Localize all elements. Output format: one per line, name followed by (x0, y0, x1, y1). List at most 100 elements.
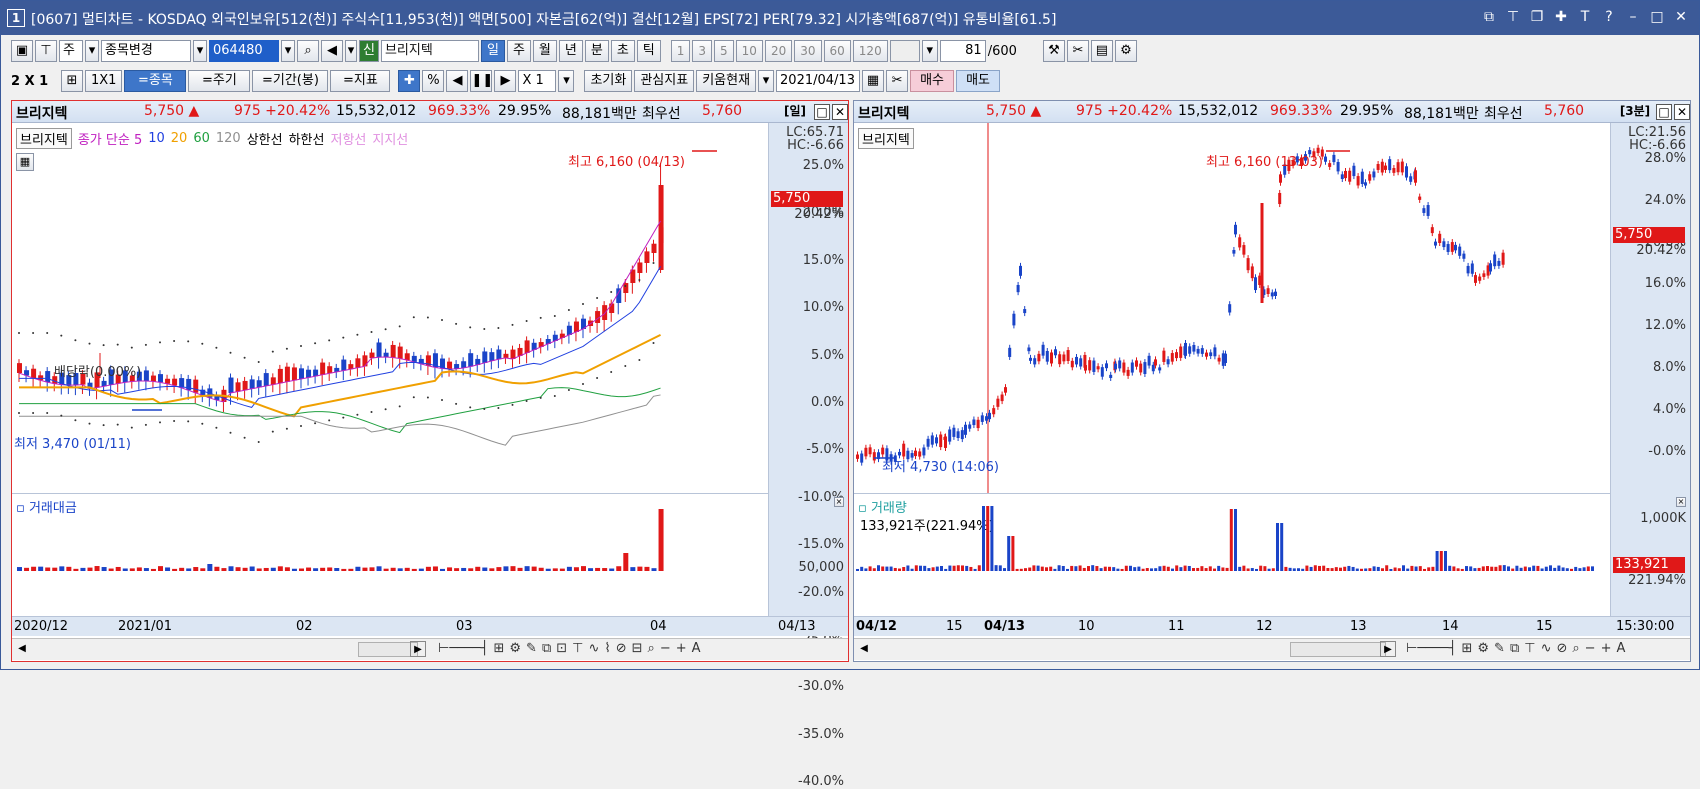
chevron-down-icon[interactable]: ▾ (921, 40, 938, 62)
zoom-in-icon[interactable]: + (676, 641, 687, 656)
scroll-right-icon[interactable]: ▶ (1380, 641, 1396, 657)
minute-10-button[interactable]: 10 (735, 40, 763, 62)
bookmark-icon[interactable]: ✚ (1551, 7, 1571, 27)
chevron-down-icon[interactable]: ▾ (193, 40, 207, 62)
pane-close-icon[interactable]: × (834, 497, 844, 507)
scroll-thumb[interactable] (1290, 642, 1386, 657)
stock-code-input[interactable]: 064480 (209, 40, 279, 62)
zoom-icon[interactable]: ⌕ (648, 641, 655, 656)
tool-icon[interactable]: ⚙ (509, 641, 521, 656)
period-year-button[interactable]: 년 (558, 40, 583, 62)
minute-chart-panel[interactable]: 브리지텍 5,750 ▲ 975 +20.42% 15,532,012 969.… (853, 100, 1691, 662)
kiwoom-current-button[interactable]: 키움현재 (696, 70, 757, 92)
daily-chart-panel[interactable]: 브리지텍 5,750 ▲ 975 +20.42% 15,532,012 969.… (11, 100, 849, 789)
zoom-in-icon[interactable]: + (1601, 641, 1612, 656)
custom-period-input[interactable] (889, 40, 920, 62)
period-week-button[interactable]: 주 (506, 40, 531, 62)
stock-name-field[interactable]: 브리지텍 (380, 40, 479, 62)
tool-icon[interactable]: ✎ (526, 641, 537, 656)
tool-icon[interactable]: ⧉ (1510, 641, 1519, 656)
tool-icon[interactable]: ✎ (1494, 641, 1505, 656)
tool-icon[interactable]: ∿ (1541, 641, 1552, 656)
tab-stock[interactable]: =종목 (124, 70, 187, 92)
layout-label[interactable]: 2 X 1 (11, 74, 59, 89)
minute-30-button[interactable]: 30 (794, 40, 822, 62)
pause-icon[interactable]: ❚❚ (470, 70, 493, 92)
help-icon[interactable]: ? (1599, 7, 1619, 27)
percent-button[interactable]: % (422, 70, 445, 92)
zoom-slider-icon[interactable]: ⊢────┤ (438, 641, 488, 656)
text-icon[interactable]: A (692, 641, 701, 656)
draw-tool-icon[interactable]: ⚒ (1042, 40, 1065, 62)
crosshair-icon[interactable]: ✚ (398, 70, 421, 92)
tool-icon[interactable]: ⊞ (493, 641, 504, 656)
period-month-button[interactable]: 월 (532, 40, 557, 62)
window-number[interactable]: 1 (7, 9, 25, 27)
minute-1-button[interactable]: 1 (670, 40, 691, 62)
grid-icon[interactable]: ⊞ (61, 70, 83, 92)
count-input[interactable]: 81 (939, 40, 986, 62)
stock-change-select[interactable]: 종목변경 (101, 40, 191, 62)
tab-range[interactable]: =기간(봉) (252, 70, 329, 92)
maximize-icon[interactable]: □ (1656, 104, 1672, 120)
horizontal-scrollbar[interactable]: ◀ ▶ ⊢────┤ ⊞ ⚙ ✎ ⧉ ⊤ ∿ ⊘ ⌕ − + A (854, 638, 1690, 660)
period-minute-button[interactable]: 분 (584, 40, 609, 62)
link-icon[interactable]: ⧉ (1479, 7, 1499, 27)
zoom-out-icon[interactable]: − (660, 641, 671, 656)
period-second-button[interactable]: 초 (610, 40, 635, 62)
pane-close-icon[interactable]: × (1676, 497, 1686, 507)
text-icon[interactable]: A (1616, 641, 1625, 656)
multiplier-select[interactable]: X 1 (518, 70, 557, 92)
tab-indicator[interactable]: =지표 (330, 70, 391, 92)
font-icon[interactable]: T (1575, 7, 1595, 27)
layout-icon[interactable]: ▣ (11, 40, 33, 62)
search-icon[interactable]: ⌕ (297, 40, 319, 62)
tool-icon[interactable]: ⊟ (632, 641, 643, 656)
calendar-icon[interactable]: ▦ (862, 70, 885, 92)
minute-60-button[interactable]: 60 (823, 40, 851, 62)
zoom-slider-icon[interactable]: ⊢────┤ (1406, 641, 1456, 656)
tool-icon[interactable]: ⊘ (616, 641, 627, 656)
pin-chart-icon[interactable]: ⊤ (35, 40, 57, 62)
close-icon[interactable]: ✕ (832, 104, 848, 120)
scroll-right-icon[interactable]: ▶ (410, 641, 426, 657)
minute-20-button[interactable]: 20 (764, 40, 793, 62)
minute-120-button[interactable]: 120 (852, 40, 888, 62)
save-icon[interactable]: ▤ (1090, 40, 1113, 62)
interest-indicator-button[interactable]: 관심지표 (634, 70, 695, 92)
date-input[interactable]: 2021/04/13 (776, 70, 861, 92)
minute-3-button[interactable]: 3 (692, 40, 713, 62)
chevron-down-icon[interactable]: ▾ (281, 40, 295, 62)
tool-icon[interactable]: ⧉ (542, 641, 551, 656)
scroll-left-icon[interactable]: ◀ (14, 641, 30, 657)
horizontal-scrollbar[interactable]: ◀ ▶ ⊢────┤ ⊞ ⚙ ✎ ⧉ ⊡ ⊤ ∿ ⌇ ⊘ ⊟ ⌕ − + A (12, 638, 848, 660)
pin-icon[interactable]: ⊤ (1503, 7, 1523, 27)
reset-button[interactable]: 초기화 (584, 70, 633, 92)
layout-1x1-button[interactable]: 1X1 (85, 70, 123, 92)
maximize-icon[interactable]: □ (1647, 7, 1667, 27)
scissors-icon[interactable]: ✂ (886, 70, 909, 92)
prev-icon[interactable]: ◀ (446, 70, 469, 92)
speaker-icon[interactable]: ◀ (321, 40, 343, 62)
scroll-thumb[interactable] (358, 642, 418, 657)
tab-period[interactable]: =주기 (188, 70, 251, 92)
cross-tool-icon[interactable]: ✂ (1066, 40, 1089, 62)
close-icon[interactable]: ✕ (1671, 7, 1691, 27)
close-icon[interactable]: ✕ (1674, 104, 1690, 120)
sell-button[interactable]: 매도 (956, 70, 1001, 92)
tool-icon[interactable]: ⊤ (572, 641, 583, 656)
chevron-down-icon[interactable]: ▾ (345, 40, 357, 62)
minute-5-button[interactable]: 5 (714, 40, 734, 62)
gear-icon[interactable]: ⚙ (1114, 40, 1137, 62)
minimize-icon[interactable]: – (1623, 7, 1643, 27)
chevron-down-icon[interactable]: ▾ (85, 40, 99, 62)
chevron-down-icon[interactable]: ▾ (558, 70, 575, 92)
tool-icon[interactable]: ⊡ (556, 641, 567, 656)
window-copy-icon[interactable]: ❐ (1527, 7, 1547, 27)
tool-icon[interactable]: ⊤ (1524, 641, 1535, 656)
tool-icon[interactable]: ⊞ (1461, 641, 1472, 656)
buy-button[interactable]: 매수 (910, 70, 955, 92)
period-day-button[interactable]: 일 (480, 40, 505, 62)
scroll-left-icon[interactable]: ◀ (856, 641, 872, 657)
zoom-out-icon[interactable]: − (1585, 641, 1596, 656)
